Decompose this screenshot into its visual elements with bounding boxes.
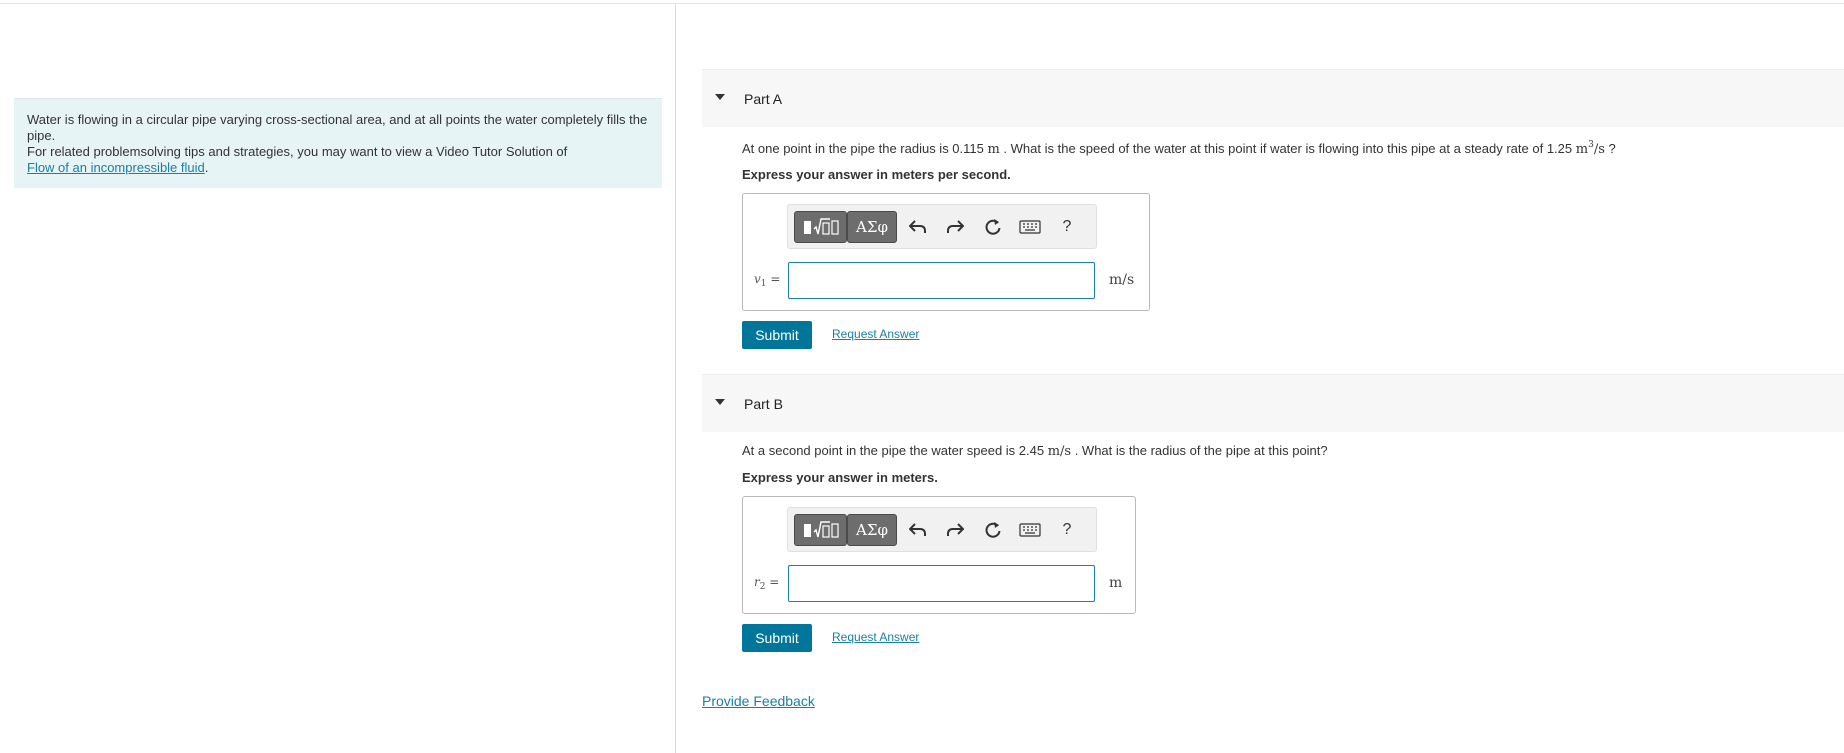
answer-variable-label: r2 =: [754, 575, 779, 592]
var-equals: =: [766, 272, 781, 286]
answer-unit: m: [1109, 575, 1123, 591]
part-a-question: At one point in the pipe the radius is 0…: [742, 140, 1616, 157]
top-rule: [0, 3, 1844, 4]
redo-icon[interactable]: [943, 215, 967, 239]
intro-link-line: Flow of an incompressible fluid.: [27, 160, 649, 176]
answer-variable-label: v1 =: [754, 272, 780, 289]
part-a-header[interactable]: Part A: [702, 69, 1844, 127]
answer-unit: m/s: [1109, 272, 1135, 288]
part-b-title: Part B: [744, 396, 783, 412]
part-a-instruction: Express your answer in meters per second…: [742, 167, 1011, 182]
question-text: . What is the radius of the pipe at this…: [1071, 443, 1328, 458]
question-text: At a second point in the pipe the water …: [742, 443, 1048, 458]
templates-button[interactable]: [794, 514, 847, 546]
keyboard-icon[interactable]: [1018, 518, 1042, 542]
intro-tip: For related problemsolving tips and stra…: [27, 144, 649, 160]
answer-input-r2[interactable]: [788, 565, 1095, 602]
column-divider: [675, 4, 676, 753]
video-tutor-link[interactable]: Flow of an incompressible fluid: [27, 160, 205, 175]
intro-text: Water is flowing in a circular pipe vary…: [27, 112, 648, 143]
request-answer-link-part-a[interactable]: Request Answer: [832, 327, 919, 341]
symbols-button[interactable]: ΑΣφ: [847, 211, 897, 243]
unit-speed: m/s: [1047, 444, 1072, 459]
reset-icon[interactable]: [981, 518, 1005, 542]
part-a-title: Part A: [744, 91, 783, 107]
problem-intro: Water is flowing in a circular pipe vary…: [14, 98, 662, 188]
templates-icon: [803, 218, 839, 235]
submit-button-part-b[interactable]: Submit: [742, 624, 812, 652]
part-b-answer-box: ΑΣφ ? r2 = m: [742, 496, 1136, 614]
undo-icon[interactable]: [906, 518, 930, 542]
symbols-button[interactable]: ΑΣφ: [847, 514, 897, 546]
keyboard-icon[interactable]: [1018, 215, 1042, 239]
templates-button[interactable]: [794, 211, 847, 243]
part-b-question: At a second point in the pipe the water …: [742, 443, 1328, 459]
question-text: . What is the speed of the water at this…: [999, 141, 1576, 156]
collapse-caret-icon[interactable]: [715, 399, 725, 405]
request-answer-link-part-b[interactable]: Request Answer: [832, 630, 919, 644]
redo-icon[interactable]: [943, 518, 967, 542]
unit-flow-rate: m3/s: [1575, 140, 1605, 157]
reset-icon[interactable]: [981, 215, 1005, 239]
question-text: ?: [1604, 141, 1616, 156]
math-toolbar: ΑΣφ ?: [787, 204, 1097, 249]
part-a-answer-box: ΑΣφ ? v1 = m/s: [742, 193, 1150, 311]
undo-icon[interactable]: [906, 215, 930, 239]
question-text: At one point in the pipe the radius is 0…: [742, 141, 988, 156]
answer-input-v1[interactable]: [788, 262, 1095, 299]
intro-link-suffix: .: [204, 160, 209, 175]
math-toolbar: ΑΣφ ?: [787, 507, 1097, 552]
intro-tip-text: For related problemsolving tips and stra…: [27, 144, 568, 159]
unit-base: m: [1575, 142, 1589, 157]
var-equals: =: [765, 575, 780, 589]
provide-feedback-link[interactable]: Provide Feedback: [702, 693, 815, 709]
templates-icon: [803, 521, 839, 538]
help-button[interactable]: ?: [1055, 518, 1079, 542]
part-b-instruction: Express your answer in meters.: [742, 470, 938, 485]
var-symbol: v: [754, 272, 761, 286]
unit-rest: /s: [1593, 142, 1605, 157]
collapse-caret-icon[interactable]: [715, 94, 725, 100]
part-b-header[interactable]: Part B: [702, 374, 1844, 432]
unit-radius: m: [987, 142, 1000, 157]
submit-button-part-a[interactable]: Submit: [742, 321, 812, 349]
help-button[interactable]: ?: [1055, 215, 1079, 239]
